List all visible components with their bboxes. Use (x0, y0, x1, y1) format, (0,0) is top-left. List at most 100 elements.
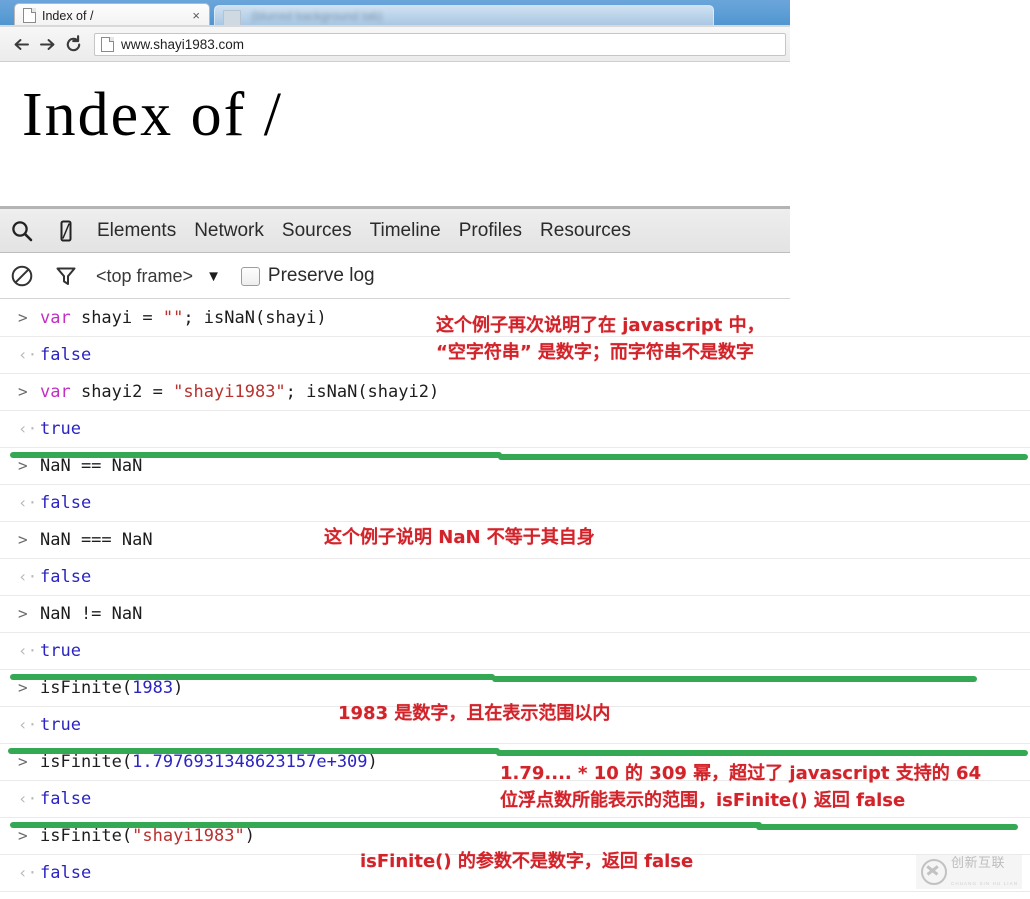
browser-tab-inactive-title: (blurred background tab) (251, 9, 383, 23)
console-output-row[interactable]: ‹· true (0, 411, 1030, 448)
token-plain: shayi = (70, 308, 163, 328)
token-plain: ; isNaN(shayi2) (285, 382, 440, 402)
annotation-text: 这个例子再次说明了在 javascript 中， “空字符串” 是数字；而字符串… (436, 315, 765, 363)
browser-tab-inactive[interactable]: (blurred background tab) (214, 5, 714, 27)
green-underline (10, 452, 502, 458)
tab-timeline[interactable]: Timeline (361, 220, 450, 242)
token-bool: false (40, 345, 92, 365)
token-str: "" (162, 308, 184, 328)
result-marker-icon: ‹· (18, 641, 38, 660)
green-underline (492, 676, 977, 682)
console-row-text: NaN === NaN (40, 530, 153, 550)
search-icon[interactable] (0, 209, 44, 253)
result-marker-icon: ‹· (18, 345, 38, 364)
console-row-text: var shayi = ""; isNaN(shayi) (40, 308, 327, 328)
console-row-text: isFinite("shayi1983") (40, 826, 255, 846)
prompt-marker-icon: > (18, 752, 28, 771)
result-marker-icon: ‹· (18, 715, 38, 734)
page-document-icon (23, 8, 36, 23)
tab-elements[interactable]: Elements (88, 220, 185, 242)
page-info-icon (101, 37, 114, 52)
console-output-row[interactable]: ‹· false (0, 559, 1030, 596)
browser-tab-active-title: Index of / (42, 8, 94, 23)
page-viewport: Index of / (0, 62, 790, 206)
preserve-log-checkbox[interactable] (240, 266, 260, 286)
console-row-text: var shayi2 = "shayi1983"; isNaN(shayi2) (40, 382, 439, 402)
preserve-log-label[interactable]: Preserve log (268, 265, 375, 287)
token-plain: isFinite( (40, 752, 133, 772)
token-bool: false (40, 567, 92, 587)
tab-resources[interactable]: Resources (531, 220, 640, 242)
token-bool: false (40, 493, 92, 513)
console-row-text: true (40, 641, 81, 661)
console-filter-bar: <top frame> ▼ Preserve log (0, 254, 790, 299)
console-row-text: NaN != NaN (40, 604, 142, 624)
result-marker-icon: ‹· (18, 789, 38, 808)
token-plain: ) (367, 752, 378, 772)
device-toggle-icon[interactable] (44, 209, 88, 253)
token-plain: isFinite( (40, 826, 133, 846)
result-marker-icon: ‹· (18, 419, 38, 438)
pdf-document-icon (223, 10, 241, 26)
console-row-text: true (40, 715, 81, 735)
chevron-down-icon[interactable]: ▼ (206, 269, 221, 284)
forward-arrow-icon[interactable] (34, 32, 60, 58)
token-bool: false (40, 863, 92, 883)
tab-close-icon[interactable]: × (189, 8, 203, 23)
green-underline (496, 750, 1028, 756)
console-row-text: true (40, 419, 81, 439)
browser-tab-active[interactable]: Index of / × (14, 3, 210, 27)
devtools-tab-bar: Elements Network Sources Timeline Profil… (0, 209, 790, 253)
green-underline (10, 822, 762, 828)
green-underline (498, 454, 1028, 460)
watermark-text: 创新互联 CHUANG XIN HU LIAN (951, 854, 1022, 890)
console-row-text: false (40, 789, 91, 809)
watermark: 创新互联 CHUANG XIN HU LIAN (916, 855, 1022, 889)
token-bool: true (40, 715, 81, 735)
tab-network[interactable]: Network (185, 220, 273, 242)
token-plain: shayi2 = (70, 382, 174, 402)
reload-icon[interactable] (60, 32, 86, 58)
tab-profiles[interactable]: Profiles (450, 220, 531, 242)
clear-console-icon[interactable] (0, 254, 44, 298)
console-output-row[interactable]: ‹· true (0, 633, 1030, 670)
annotation-text: 这个例子说明 NaN 不等于其自身 (324, 527, 595, 548)
address-bar-url: www.shayi1983.com (121, 37, 245, 52)
console-log[interactable]: > var shayi = ""; isNaN(shayi) ‹· false > var… (0, 300, 1030, 899)
prompt-marker-icon: > (18, 826, 28, 845)
token-bool: false (40, 789, 92, 809)
prompt-marker-icon: > (18, 382, 28, 401)
watermark-title: 创新互联 (951, 856, 1006, 871)
token-bool: true (40, 419, 81, 439)
back-arrow-icon[interactable] (8, 32, 34, 58)
console-input-row[interactable]: > var shayi2 = "shayi1983"; isNaN(shayi2) (0, 374, 1030, 411)
page-title: Index of / (22, 81, 284, 149)
console-row-text: false (40, 567, 91, 587)
token-bool: true (40, 641, 81, 661)
console-input-row[interactable]: > NaN != NaN (0, 596, 1030, 633)
token-num: 1983 (132, 678, 174, 698)
devtools-panel: Elements Network Sources Timeline Profil… (0, 206, 790, 300)
browser-nav-bar: www.shayi1983.com (0, 27, 790, 62)
annotation-text: 1983 是数字，且在表示范围以内 (338, 703, 611, 724)
token-str: "shayi1983" (132, 826, 245, 846)
console-row-text: false (40, 863, 91, 883)
address-bar[interactable]: www.shayi1983.com (94, 33, 786, 56)
browser-tab-strip: (blurred background tab) Index of / × (0, 0, 790, 27)
prompt-marker-icon: > (18, 308, 28, 327)
watermark-subtitle: CHUANG XIN HU LIAN (951, 881, 1019, 886)
token-plain: NaN == NaN (40, 456, 143, 476)
console-row-text: NaN == NaN (40, 456, 142, 476)
token-plain: ; isNaN(shayi) (183, 308, 327, 328)
green-underline (756, 824, 1018, 830)
token-plain: NaN === NaN (40, 530, 153, 550)
frame-selector[interactable]: <top frame> (96, 266, 193, 287)
token-plain: ) (244, 826, 255, 846)
filter-funnel-icon[interactable] (44, 254, 88, 298)
token-num: 1.7976931348623157e+309 (132, 752, 368, 772)
browser-window: (blurred background tab) Index of / × ww… (0, 0, 790, 206)
console-row-text: isFinite(1983) (40, 678, 183, 698)
console-output-row[interactable]: ‹· false (0, 485, 1030, 522)
prompt-marker-icon: > (18, 530, 28, 549)
tab-sources[interactable]: Sources (273, 220, 361, 242)
